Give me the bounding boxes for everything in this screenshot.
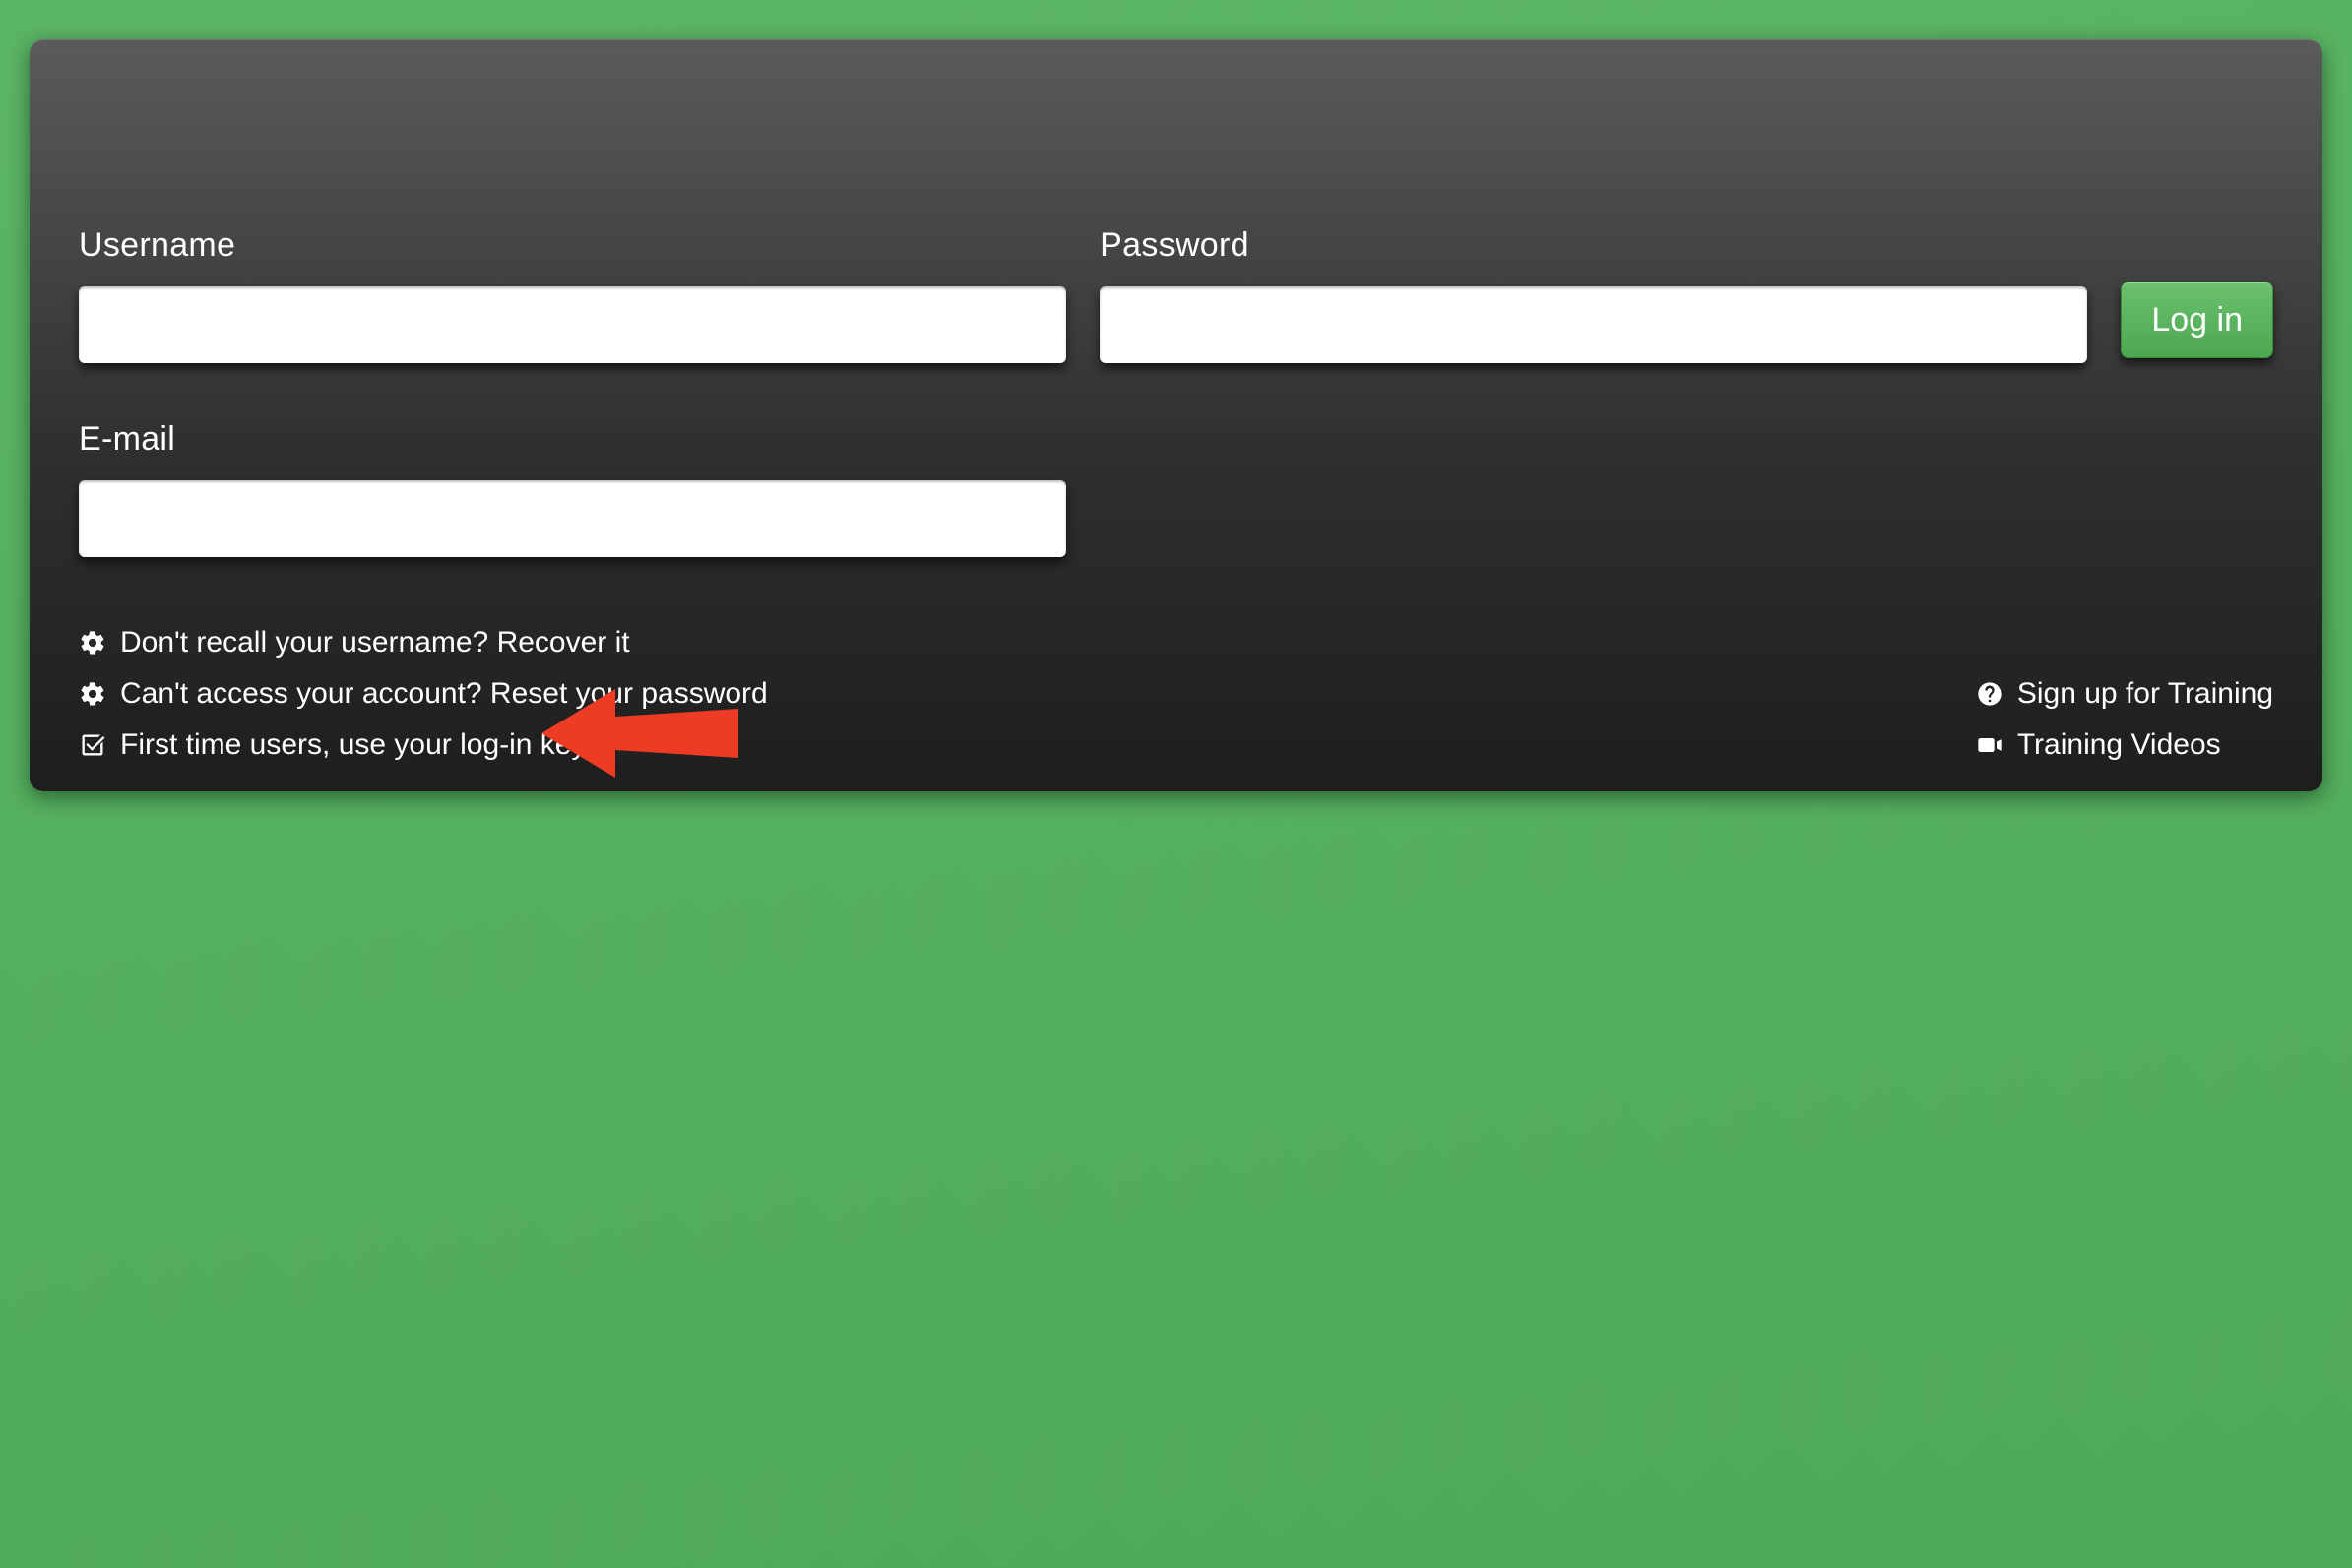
gear-icon	[79, 680, 106, 708]
gear-icon	[79, 629, 106, 657]
email-input[interactable]	[79, 480, 1066, 557]
email-label: E-mail	[79, 420, 1066, 459]
first-time-key-link[interactable]: First time users, use your log-in key	[79, 728, 768, 762]
password-label: Password	[1100, 226, 2087, 265]
login-button-wrap: Log in	[2121, 226, 2273, 358]
login-form: Username Password Log in E-mail	[79, 226, 2273, 557]
training-videos-text: Training Videos	[2017, 728, 2221, 762]
recover-username-link[interactable]: Don't recall your username? Recover it	[79, 626, 768, 659]
reset-password-link[interactable]: Can't access your account? Reset your pa…	[79, 677, 768, 711]
checkbox-icon	[79, 731, 106, 759]
login-button[interactable]: Log in	[2121, 282, 2273, 358]
signup-training-text: Sign up for Training	[2017, 677, 2273, 711]
password-input[interactable]	[1100, 286, 2087, 363]
username-field-group: Username	[79, 226, 1066, 363]
login-panel: Username Password Log in E-mail Don't re…	[30, 39, 2322, 791]
training-videos-link[interactable]: Training Videos	[1976, 728, 2221, 762]
first-time-key-text: First time users, use your log-in key	[120, 728, 586, 762]
email-field-group: E-mail	[79, 420, 1066, 557]
password-field-group: Password	[1100, 226, 2087, 363]
help-links-bar: Don't recall your username? Recover it C…	[79, 626, 2273, 762]
help-links-left: Don't recall your username? Recover it C…	[79, 626, 768, 762]
username-input[interactable]	[79, 286, 1066, 363]
signup-training-link[interactable]: Sign up for Training	[1976, 677, 2273, 711]
help-links-right: Sign up for Training Training Videos	[1976, 677, 2273, 762]
recover-username-text: Don't recall your username? Recover it	[120, 626, 630, 659]
reset-password-text: Can't access your account? Reset your pa…	[120, 677, 768, 711]
question-circle-icon	[1976, 680, 2003, 708]
video-icon	[1976, 731, 2003, 759]
username-label: Username	[79, 226, 1066, 265]
